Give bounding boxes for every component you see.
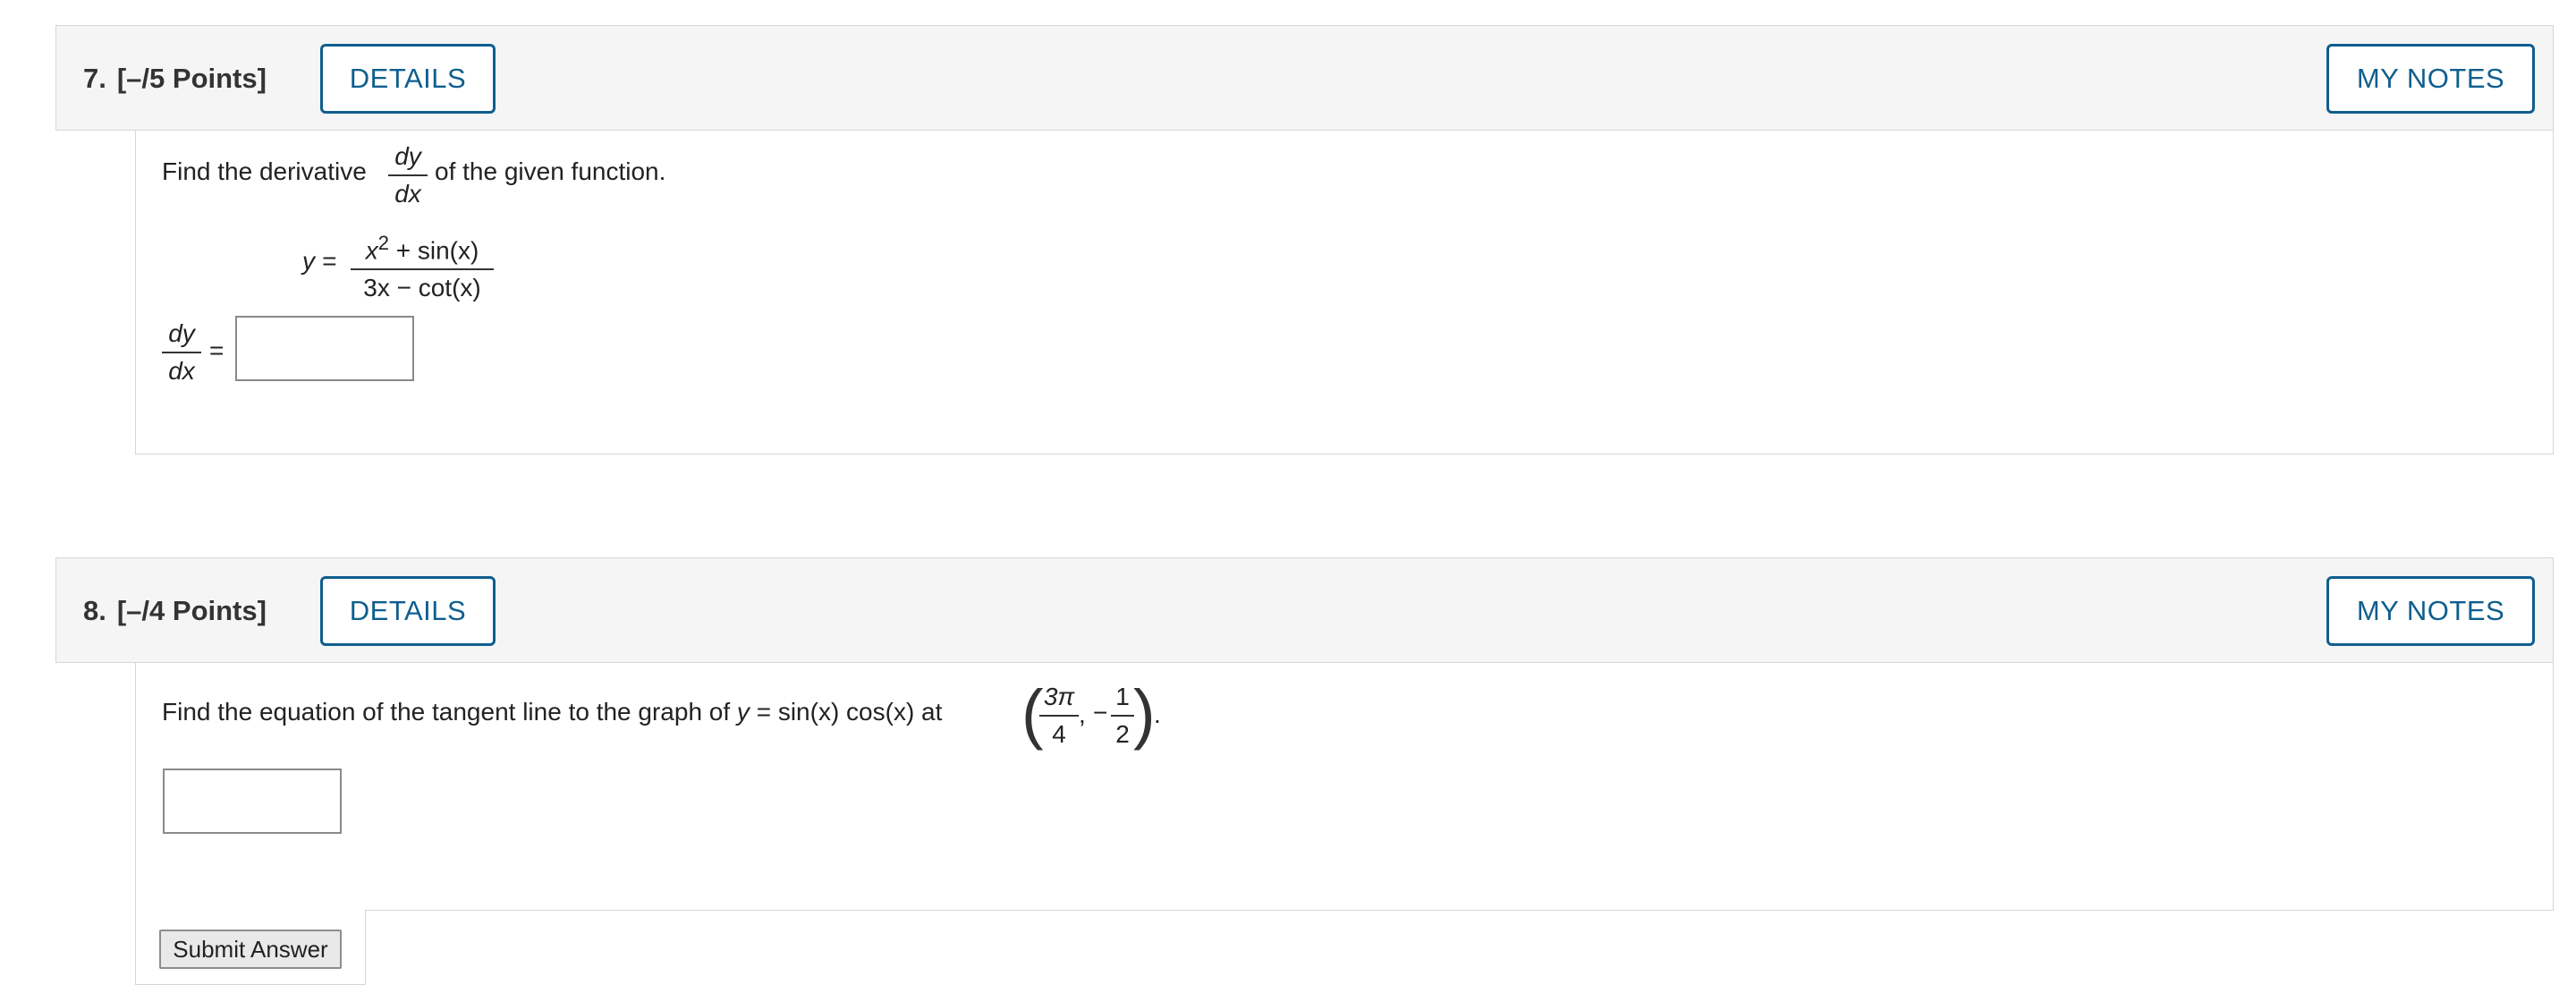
question-points: [–/5 Points] xyxy=(116,63,267,94)
fraction-denominator: dx xyxy=(394,180,421,208)
question-number: 7. xyxy=(83,63,106,94)
fraction-bar xyxy=(1039,715,1079,717)
fraction-denominator: 4 xyxy=(1052,720,1066,748)
point-x-fraction: 3π 4 xyxy=(1039,681,1079,751)
question-7-body: Find the derivative dy dx of the given f… xyxy=(135,131,2554,454)
answer-equals: = xyxy=(209,336,225,364)
fraction-denominator: 3x − cot(x) xyxy=(363,274,481,302)
submit-answer-button[interactable]: Submit Answer xyxy=(159,930,342,969)
close-paren: ) xyxy=(1133,676,1156,751)
fraction-numerator: dy xyxy=(168,319,195,347)
question-prompt: Find the equation of the tangent line to… xyxy=(162,698,943,726)
point-period: . xyxy=(1154,701,1161,728)
fraction-bar xyxy=(351,268,494,271)
my-notes-button[interactable]: MY NOTES xyxy=(2326,44,2535,114)
fraction-denominator: dx xyxy=(168,357,195,385)
point-y-fraction: 1 2 xyxy=(1111,681,1134,751)
derivative-fraction: dy dx xyxy=(388,140,428,210)
question-7-title: 7. [–/5 Points] xyxy=(83,26,267,132)
fraction-denominator: 2 xyxy=(1115,720,1130,748)
submit-container: Submit Answer xyxy=(135,910,366,985)
question-8-body: Find the equation of the tangent line to… xyxy=(135,663,2554,911)
function-lhs: y = xyxy=(302,247,337,275)
fraction-bar xyxy=(388,174,428,176)
question-7-header: 7. [–/5 Points] DETAILS MY NOTES xyxy=(55,25,2554,131)
fraction-numerator: dy xyxy=(394,142,421,170)
answer-input[interactable] xyxy=(235,316,414,381)
negative-sign: − xyxy=(1093,699,1108,726)
fraction-bar xyxy=(162,352,201,353)
question-prompt-end: of the given function. xyxy=(435,157,666,185)
question-prompt-start: Find the derivative xyxy=(162,157,367,185)
fraction-numerator: 3π xyxy=(1043,683,1075,710)
details-button[interactable]: DETAILS xyxy=(320,576,496,646)
details-button[interactable]: DETAILS xyxy=(320,44,496,114)
question-8-title: 8. [–/4 Points] xyxy=(83,558,267,664)
answer-input[interactable] xyxy=(163,768,342,834)
fraction-bar xyxy=(1111,715,1134,717)
my-notes-button[interactable]: MY NOTES xyxy=(2326,576,2535,646)
point-comma: , xyxy=(1079,701,1086,728)
answer-lhs-fraction: dy dx xyxy=(162,318,201,387)
fraction-numerator: x2 + sin(x) xyxy=(365,232,479,265)
question-points: [–/4 Points] xyxy=(116,595,267,626)
function-fraction: x2 + sin(x) 3x − cot(x) xyxy=(351,227,494,304)
question-number: 8. xyxy=(83,595,106,626)
question-8-header: 8. [–/4 Points] DETAILS MY NOTES xyxy=(55,557,2554,663)
fraction-numerator: 1 xyxy=(1115,683,1130,710)
